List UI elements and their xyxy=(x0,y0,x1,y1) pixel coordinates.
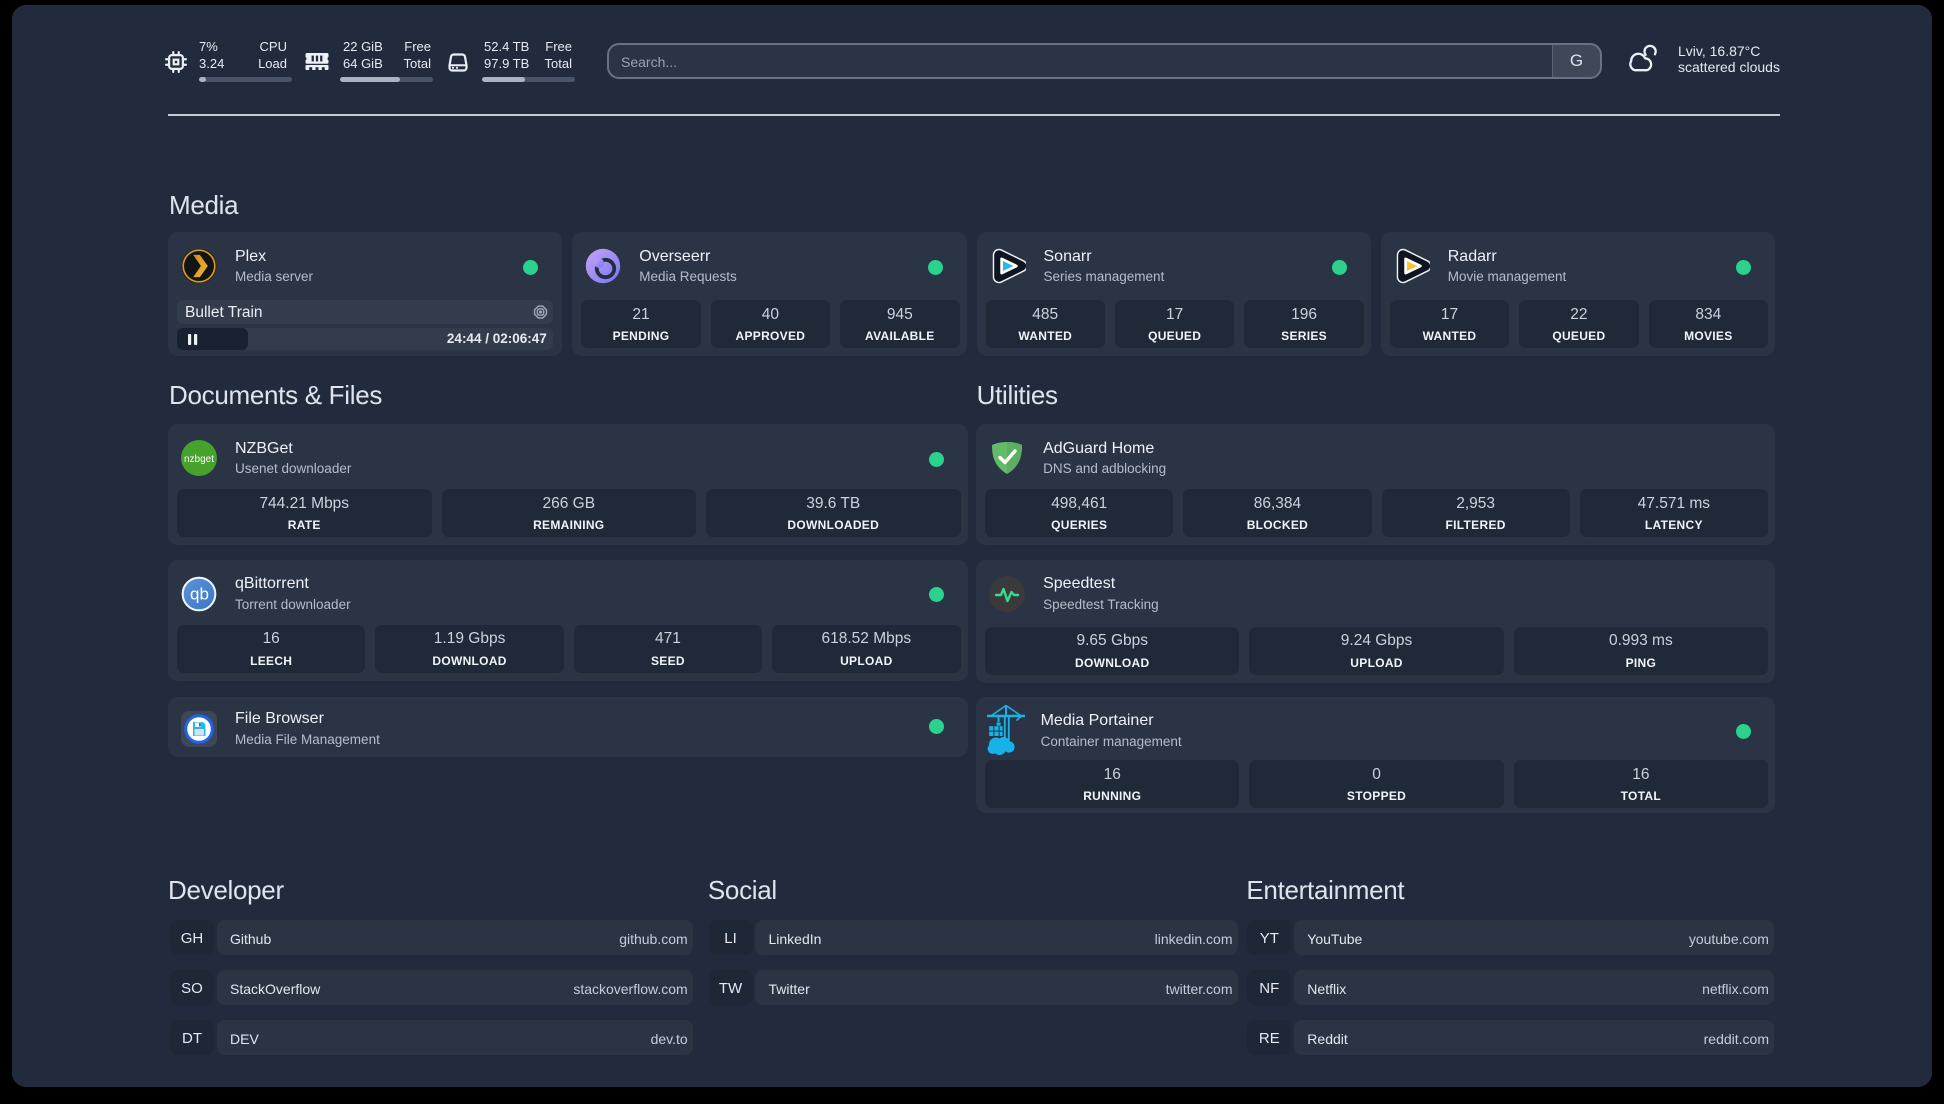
svg-text:nzbget: nzbget xyxy=(184,454,214,465)
svg-text:qb: qb xyxy=(190,584,209,603)
